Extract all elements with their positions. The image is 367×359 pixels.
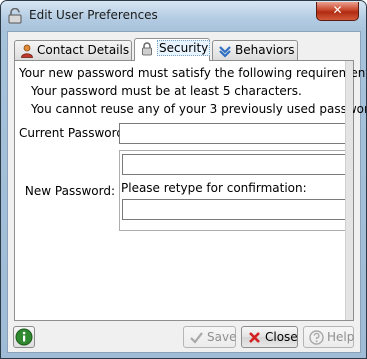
user-icon [21, 44, 33, 58]
new-password-label: New Password: [24, 184, 115, 198]
close-x-icon [249, 332, 260, 343]
confirm-password-label: Please retype for confirmation: [121, 181, 307, 195]
tab-behaviors[interactable]: Behaviors [212, 40, 298, 60]
new-password-group: Please retype for confirmation: [119, 150, 349, 231]
close-button[interactable]: Close [241, 326, 298, 348]
app-icon [8, 8, 22, 24]
panel-scroll-edge [345, 61, 353, 320]
new-password-field[interactable] [122, 154, 346, 175]
requirements-intro: Your new password must satisfy the follo… [19, 66, 367, 80]
window-title: Edit User Preferences [29, 8, 158, 22]
save-label: Save [207, 330, 237, 344]
info-button[interactable] [13, 326, 35, 348]
tab-security[interactable]: Security [134, 38, 211, 61]
lock-icon [142, 42, 152, 56]
help-label: Help [327, 330, 355, 344]
tab-label: Behaviors [235, 43, 295, 57]
dialog-window: Edit User Preferences ✕ Contact Details … [0, 0, 367, 359]
title-bar[interactable]: Edit User Preferences ✕ [1, 1, 366, 31]
info-icon [15, 328, 33, 346]
behaviors-icon [219, 46, 231, 58]
checkmark-icon [190, 332, 203, 344]
window-close-button[interactable]: ✕ [316, 2, 359, 21]
confirm-password-field[interactable] [122, 199, 346, 220]
current-password-field[interactable] [119, 123, 349, 144]
tab-label: Security [157, 40, 211, 56]
tab-label: Contact Details [37, 43, 130, 57]
requirement-item: You cannot reuse any of your 3 previousl… [31, 102, 367, 116]
help-button[interactable]: Help [303, 326, 354, 348]
security-panel: Your new password must satisfy the follo… [14, 60, 366, 321]
close-label: Close [265, 330, 298, 344]
tab-contact-details[interactable]: Contact Details [14, 40, 132, 60]
current-password-label: Current Password: [19, 126, 128, 140]
help-icon [309, 330, 324, 345]
dialog-client-area: Contact Details Security Behaviors Your … [7, 31, 366, 353]
save-button[interactable]: Save [183, 326, 236, 348]
requirement-item: Your password must be at least 5 charact… [31, 84, 302, 98]
